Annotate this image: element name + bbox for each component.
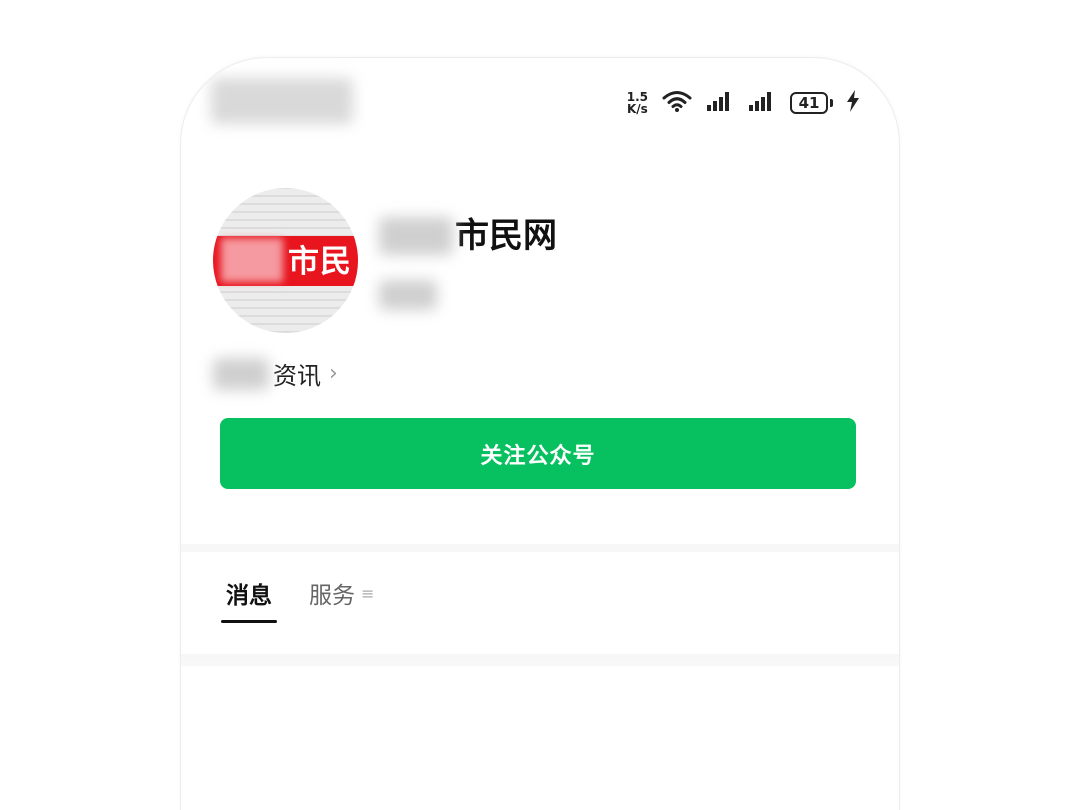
phone-screen: 1.5 K/s 41 市民 市民网 资讯 › 关注公众号 消息 服务 ≡ <box>181 58 899 810</box>
account-name: 市民网 <box>379 216 557 256</box>
network-speed: 1.5 K/s <box>627 91 648 115</box>
battery-cap <box>830 99 833 107</box>
account-subtitle-blurred <box>379 280 437 310</box>
tab-services[interactable]: 服务 ≡ <box>309 576 374 610</box>
account-name-text: 市民网 <box>455 216 557 256</box>
account-info-link[interactable]: 资讯 › <box>213 356 338 391</box>
menu-icon: ≡ <box>361 583 375 603</box>
charging-icon <box>847 90 859 116</box>
account-avatar[interactable]: 市民 <box>213 188 358 333</box>
signal-icon <box>706 90 734 116</box>
tab-services-label: 服务 <box>309 583 355 609</box>
wifi-icon <box>662 89 692 117</box>
account-name-blurred <box>379 217 453 255</box>
info-link-label: 资讯 <box>273 362 321 390</box>
tab-messages[interactable]: 消息 <box>221 576 277 623</box>
lower-divider <box>181 654 899 666</box>
avatar-text: 市民 <box>288 244 352 280</box>
status-bar-icons: 1.5 K/s 41 <box>627 88 859 118</box>
section-divider <box>181 544 899 552</box>
content-tabs: 消息 服务 ≡ <box>221 576 374 623</box>
follow-button[interactable]: 关注公众号 <box>220 418 856 489</box>
battery-level: 41 <box>790 92 828 114</box>
status-time-blurred <box>211 78 353 124</box>
info-link-blurred <box>213 357 269 390</box>
battery-icon: 41 <box>790 92 833 114</box>
network-speed-unit: K/s <box>626 102 648 116</box>
chevron-right-icon: › <box>329 361 338 386</box>
tab-active-underline <box>221 620 277 623</box>
signal-icon <box>748 90 776 116</box>
tab-messages-label: 消息 <box>226 583 272 609</box>
avatar-blurred-text <box>221 238 283 282</box>
